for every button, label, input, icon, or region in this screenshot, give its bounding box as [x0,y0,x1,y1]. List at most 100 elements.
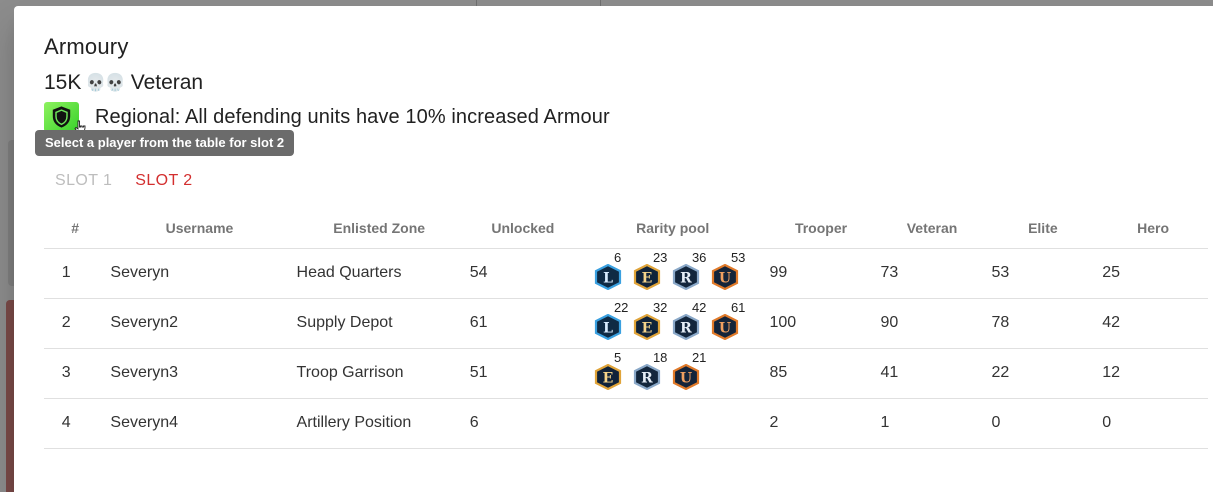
rarity-count: 32 [652,300,668,315]
unlocked-cell: 51 [465,348,580,399]
table-row[interactable]: 4 Severyn4 Artillery Position 6 2 1 0 0 [44,398,1208,449]
column-header-hero[interactable]: Hero [1098,209,1208,249]
subtitle-tier: Veteran [130,71,204,94]
bonus-text: Regional: All defending units have 10% i… [95,105,610,128]
trooper-cell: 100 [765,298,877,349]
rarity-hex-icon: U [711,264,739,290]
rarity-chip: U 61 [711,300,745,340]
rarity-count: 21 [691,350,707,365]
elite-cell: 22 [987,348,1099,399]
skull-icon: 💀💀 [85,73,125,92]
armoury-dialog: Armoury 15K 💀💀 Veteran Regional: All def… [14,6,1213,492]
enlisted-zone-cell: Supply Depot [292,298,466,349]
rarity-hex-icon: L [594,314,622,340]
table-row[interactable]: 2 Severyn2 Supply Depot 61 L 22 E 32 R 42 U 61 100 90… [44,298,1208,349]
column-header-rarity-pool[interactable]: Rarity pool [579,209,766,249]
rarity-chip: E 23 [633,250,667,290]
trooper-cell: 99 [765,248,877,299]
row-number: 4 [44,398,107,449]
column-header-elite[interactable]: Elite [987,209,1099,249]
rarity-letter: E [603,371,614,387]
rarity-chip: L6 [594,250,622,290]
column-header-zone[interactable]: Enlisted Zone [292,209,466,249]
unlocked-cell: 61 [465,298,580,349]
subtitle-amount: 15K [44,71,82,94]
rarity-pool-cell: L 22 E 32 R 42 U 61 [579,298,766,349]
rarity-letter: L [603,321,613,337]
rarity-letter: L [603,271,613,287]
row-number: 2 [44,298,107,349]
rarity-chip: E 32 [633,300,667,340]
rarity-hex-icon: U [711,314,739,340]
username-cell: Severyn2 [106,298,293,349]
rarity-hex-icon: R [672,264,700,290]
rarity-count: 42 [691,300,707,315]
rarity-hex-icon: R [633,364,661,390]
table-row[interactable]: 3 Severyn3 Troop Garrison 51 E 5 R 18 U 21 85 41 22 1… [44,348,1208,399]
rarity-hex-icon: E [633,314,661,340]
column-header-trooper[interactable]: Trooper [765,209,877,249]
background-card [6,300,14,492]
shield-icon[interactable] [44,102,86,134]
rarity-letter: R [680,321,692,337]
players-table: # Username Enlisted Zone Unlocked Rarity… [44,209,1208,449]
rarity-count: 36 [691,250,707,265]
row-number: 3 [44,348,107,399]
unlocked-cell: 6 [465,398,580,449]
column-header-number[interactable]: # [44,209,107,249]
rarity-letter: E [642,271,653,287]
hero-cell: 25 [1098,248,1208,299]
rarity-hex-icon: L [594,264,622,290]
rarity-hex-icon: E [633,264,661,290]
rarity-chip: U 21 [672,350,706,390]
unlocked-cell: 54 [465,248,580,299]
rarity-count: 53 [730,250,746,265]
trooper-cell: 85 [765,348,877,399]
dialog-subtitle: 15K 💀💀 Veteran [44,71,203,95]
rarity-count: 5 [613,350,622,365]
rarity-pool-cell: E 5 R 18 U 21 [579,348,766,399]
elite-cell: 53 [987,248,1099,299]
rarity-letter: E [642,321,653,337]
row-number: 1 [44,248,107,299]
column-header-username[interactable]: Username [106,209,293,249]
hero-cell: 42 [1098,298,1208,349]
veteran-cell: 90 [876,298,988,349]
rarity-letter: R [680,271,692,287]
rarity-pool-cell [579,398,766,449]
rarity-count: 6 [613,250,622,265]
rarity-chip: L 22 [594,300,628,340]
table-row[interactable]: 1 Severyn Head Quarters 54 L 6 E 23 R 36 U 53 99 73 53… [44,248,1208,299]
rarity-count: 61 [730,300,746,315]
rarity-chip: E5 [594,350,622,390]
enlisted-zone-cell: Head Quarters [292,248,466,299]
tooltip: Select a player from the table for slot … [35,130,295,156]
rarity-hex-icon: R [672,314,700,340]
rarity-letter: U [719,271,731,287]
rarity-chip: R 42 [672,300,706,340]
rarity-pool: L 6 E 23 R 36 U 53 [594,250,766,290]
tab-slot-1[interactable]: SLOT 1 [55,172,112,190]
veteran-cell: 73 [876,248,988,299]
column-header-unlocked[interactable]: Unlocked [465,209,580,249]
rarity-count: 23 [652,250,668,265]
table-header-row: # Username Enlisted Zone Unlocked Rarity… [44,209,1208,249]
tab-slot-2[interactable]: SLOT 2 [135,172,192,190]
rarity-pool: E 5 R 18 U 21 [594,350,766,390]
rarity-chip: U 53 [711,250,745,290]
rarity-chip: R 36 [672,250,706,290]
rarity-pool: L 22 E 32 R 42 U 61 [594,300,766,340]
enlisted-zone-cell: Artillery Position [292,398,466,449]
veteran-cell: 41 [876,348,988,399]
veteran-cell: 1 [876,398,988,449]
dialog-title: Armoury [44,34,129,59]
rarity-chip: R 18 [633,350,667,390]
username-cell: Severyn3 [106,348,293,399]
slot-tabs: SLOT 1 SLOT 2 [55,172,193,190]
rarity-letter: R [641,371,653,387]
username-cell: Severyn4 [106,398,293,449]
column-header-veteran[interactable]: Veteran [876,209,988,249]
elite-cell: 78 [987,298,1099,349]
rarity-count: 18 [652,350,668,365]
rarity-hex-icon: U [672,364,700,390]
